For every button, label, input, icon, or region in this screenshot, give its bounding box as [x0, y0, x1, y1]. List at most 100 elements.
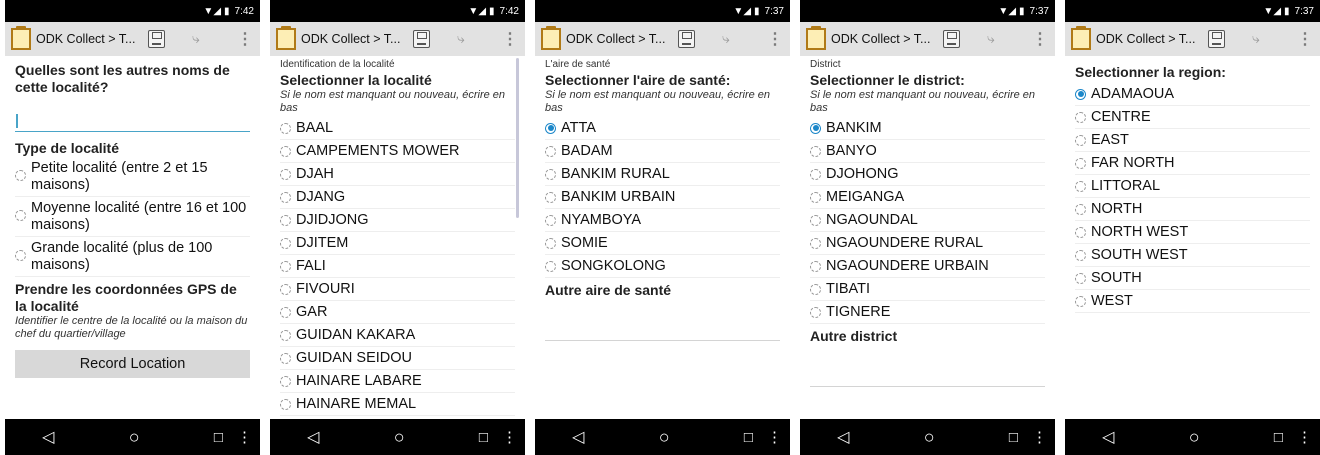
save-form-icon[interactable] — [148, 30, 165, 48]
nav-back-icon[interactable]: ◁ — [42, 427, 54, 447]
list-item[interactable]: DJANG — [280, 186, 515, 209]
hierarchy-icon[interactable]: ⤷ — [457, 30, 465, 47]
list-item[interactable]: GAR — [280, 301, 515, 324]
list-item[interactable]: HAINARE MEMAL — [280, 393, 515, 416]
radio-button-icon[interactable] — [810, 260, 821, 272]
list-item[interactable]: ADAMAOUA — [1075, 83, 1310, 106]
list-item[interactable]: NORTH WEST — [1075, 221, 1310, 244]
nav-back-icon[interactable]: ◁ — [837, 427, 849, 447]
list-item[interactable]: FAR NORTH — [1075, 152, 1310, 175]
nav-back-icon[interactable]: ◁ — [572, 427, 584, 447]
nav-home-icon[interactable]: ○ — [1189, 427, 1200, 448]
overflow-menu-icon[interactable]: ⋮ — [767, 29, 783, 49]
radio-button-icon[interactable] — [280, 122, 291, 134]
nav-more-icon[interactable]: ⋮ — [502, 428, 517, 446]
nav-home-icon[interactable]: ○ — [659, 427, 670, 448]
nav-recents-icon[interactable]: □ — [744, 429, 753, 446]
radio-button-icon[interactable] — [280, 260, 291, 272]
locality-type-option[interactable]: Moyenne localité (entre 16 et 100 maison… — [15, 197, 250, 237]
radio-button-icon[interactable] — [810, 191, 821, 203]
locality-type-option[interactable]: Petite localité (entre 2 et 15 maisons) — [15, 157, 250, 197]
nav-more-icon[interactable]: ⋮ — [237, 428, 252, 446]
list-item[interactable]: EAST — [1075, 129, 1310, 152]
radio-button-icon[interactable] — [545, 168, 556, 180]
radio-button-icon[interactable] — [280, 352, 291, 364]
list-item[interactable]: DJAH — [280, 163, 515, 186]
radio-button-icon[interactable] — [810, 214, 821, 226]
list-item[interactable]: NORTH — [1075, 198, 1310, 221]
list-item[interactable]: GUIDAN KAKARA — [280, 324, 515, 347]
radio-button-icon[interactable] — [15, 249, 26, 261]
list-item[interactable]: SONGKOLONG — [545, 255, 780, 278]
overflow-menu-icon[interactable]: ⋮ — [1032, 29, 1048, 49]
list-item[interactable]: HAINARE LABARE — [280, 370, 515, 393]
list-item[interactable]: BANKIM RURAL — [545, 163, 780, 186]
radio-button-icon[interactable] — [1075, 272, 1086, 284]
list-item[interactable]: NGAOUNDERE RURAL — [810, 232, 1045, 255]
list-item[interactable]: BANYO — [810, 140, 1045, 163]
radio-button-icon[interactable] — [810, 122, 821, 134]
radio-button-icon[interactable] — [1075, 249, 1086, 261]
list-item[interactable]: BANKIM URBAIN — [545, 186, 780, 209]
list-item[interactable]: LITTORAL — [1075, 175, 1310, 198]
list-item[interactable]: BAAL — [280, 117, 515, 140]
radio-button-icon[interactable] — [810, 145, 821, 157]
list-item[interactable]: CENTRE — [1075, 106, 1310, 129]
radio-button-icon[interactable] — [280, 375, 291, 387]
radio-button-icon[interactable] — [280, 168, 291, 180]
nav-more-icon[interactable]: ⋮ — [1032, 428, 1047, 446]
save-form-icon[interactable] — [413, 30, 430, 48]
radio-button-icon[interactable] — [810, 283, 821, 295]
list-item[interactable]: WEST — [1075, 290, 1310, 313]
radio-button-icon[interactable] — [1075, 226, 1086, 238]
nav-recents-icon[interactable]: □ — [1274, 429, 1283, 446]
overflow-menu-icon[interactable]: ⋮ — [237, 29, 253, 49]
radio-button-icon[interactable] — [1075, 180, 1086, 192]
list-item[interactable]: NGAOUNDERE URBAIN — [810, 255, 1045, 278]
nav-recents-icon[interactable]: □ — [1009, 429, 1018, 446]
radio-button-icon[interactable] — [280, 398, 291, 410]
overflow-menu-icon[interactable]: ⋮ — [1297, 29, 1313, 49]
radio-button-icon[interactable] — [810, 306, 821, 318]
radio-button-icon[interactable] — [810, 168, 821, 180]
save-form-icon[interactable] — [678, 30, 695, 48]
list-item[interactable]: MEIGANGA — [810, 186, 1045, 209]
radio-button-icon[interactable] — [280, 214, 291, 226]
radio-button-icon[interactable] — [545, 237, 556, 249]
list-item[interactable]: BANKIM — [810, 117, 1045, 140]
locality-type-option[interactable]: Grande localité (plus de 100 maisons) — [15, 237, 250, 277]
list-item[interactable]: NGAOUNDAL — [810, 209, 1045, 232]
radio-button-icon[interactable] — [280, 145, 291, 157]
radio-button-icon[interactable] — [1075, 295, 1086, 307]
list-item[interactable]: CAMPEMENTS MOWER — [280, 140, 515, 163]
other-health-area-input[interactable] — [545, 319, 780, 341]
hierarchy-icon[interactable]: ⤷ — [722, 30, 730, 47]
radio-button-icon[interactable] — [15, 209, 26, 221]
nav-home-icon[interactable]: ○ — [924, 427, 935, 448]
radio-button-icon[interactable] — [545, 122, 556, 134]
list-item[interactable]: DJIDJONG — [280, 209, 515, 232]
radio-button-icon[interactable] — [1075, 88, 1086, 100]
radio-button-icon[interactable] — [545, 145, 556, 157]
radio-button-icon[interactable] — [280, 191, 291, 203]
radio-button-icon[interactable] — [280, 329, 291, 341]
nav-back-icon[interactable]: ◁ — [1102, 427, 1114, 447]
radio-button-icon[interactable] — [280, 306, 291, 318]
list-item[interactable]: SOUTH — [1075, 267, 1310, 290]
save-form-icon[interactable] — [1208, 30, 1225, 48]
list-item[interactable]: FIVOURI — [280, 278, 515, 301]
radio-button-icon[interactable] — [1075, 157, 1086, 169]
other-names-input[interactable] — [15, 110, 250, 132]
radio-button-icon[interactable] — [1075, 111, 1086, 123]
list-item[interactable]: DJOHONG — [810, 163, 1045, 186]
radio-button-icon[interactable] — [810, 237, 821, 249]
list-item[interactable]: GUIDAN SEIDOU — [280, 347, 515, 370]
radio-button-icon[interactable] — [545, 260, 556, 272]
hierarchy-icon[interactable]: ⤷ — [987, 30, 995, 47]
list-item[interactable]: TIGNERE — [810, 301, 1045, 324]
list-item[interactable]: SOUTH WEST — [1075, 244, 1310, 267]
radio-button-icon[interactable] — [545, 214, 556, 226]
nav-recents-icon[interactable]: □ — [479, 429, 488, 446]
list-item[interactable]: TIBATI — [810, 278, 1045, 301]
nav-home-icon[interactable]: ○ — [394, 427, 405, 448]
